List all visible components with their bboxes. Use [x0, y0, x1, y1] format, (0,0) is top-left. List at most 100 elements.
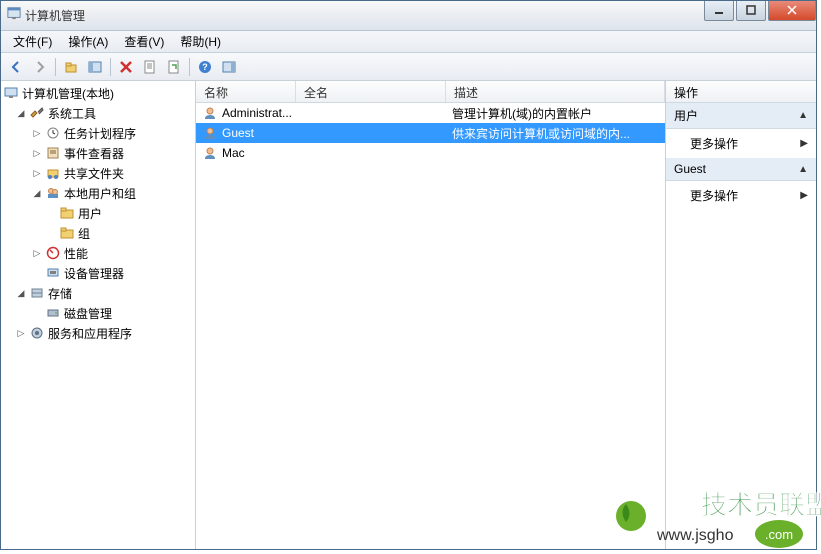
storage-icon [29, 285, 45, 301]
event-icon [45, 145, 61, 161]
clock-icon [45, 125, 61, 141]
tree-pane[interactable]: 计算机管理(本地) ◢ 系统工具 ▷ 任务计划程序 ▷ 事件查看器 ▷ 共享文件… [1, 81, 196, 549]
actions-pane: 操作 用户 ▲ 更多操作 ▶ Guest ▲ 更多操作 ▶ [666, 81, 816, 549]
collapse-icon: ▲ [798, 164, 808, 175]
cell-text: Administrat... [222, 106, 292, 120]
help-button[interactable]: ? [194, 56, 216, 78]
tree-label: 事件查看器 [64, 145, 124, 162]
actions-header: 操作 [666, 81, 816, 103]
tree-event-viewer[interactable]: ▷ 事件查看器 [1, 143, 195, 163]
folder-icon [59, 225, 75, 241]
list-row[interactable]: Mac [196, 143, 665, 163]
collapse-icon[interactable]: ◢ [31, 187, 43, 199]
toolbar-separator [110, 58, 111, 76]
cell-text: Mac [222, 146, 245, 160]
collapse-icon: ▲ [798, 110, 808, 121]
folder-icon [59, 205, 75, 221]
tree-label: 设备管理器 [64, 265, 124, 282]
performance-icon [45, 245, 61, 261]
chevron-right-icon: ▶ [800, 138, 808, 149]
tree-performance[interactable]: ▷ 性能 [1, 243, 195, 263]
window-title: 计算机管理 [25, 7, 85, 24]
actions-pane-button[interactable] [218, 56, 240, 78]
collapse-icon[interactable]: ◢ [15, 107, 27, 119]
computer-icon [3, 85, 19, 101]
tree-users[interactable]: 用户 [1, 203, 195, 223]
col-fullname[interactable]: 全名 [296, 81, 446, 102]
user-icon [202, 125, 218, 141]
tree-label: 本地用户和组 [64, 185, 136, 202]
list-pane: 名称 全名 描述 Administrat...管理计算机(域)的内置帐户Gues… [196, 81, 666, 549]
properties-button[interactable] [139, 56, 161, 78]
cell-description: 管理计算机(域)的内置帐户 [446, 105, 665, 122]
tree-services-apps[interactable]: ▷ 服务和应用程序 [1, 323, 195, 343]
tree-local-users[interactable]: ◢ 本地用户和组 [1, 183, 195, 203]
refresh-button[interactable] [163, 56, 185, 78]
svg-text:?: ? [202, 62, 208, 72]
tree-device-manager[interactable]: 设备管理器 [1, 263, 195, 283]
titlebar[interactable]: 计算机管理 [1, 1, 816, 31]
section-label: 用户 [674, 107, 698, 124]
app-icon [7, 6, 21, 25]
actions-section-users[interactable]: 用户 ▲ [666, 103, 816, 129]
tree-label: 共享文件夹 [64, 165, 124, 182]
tree-label: 用户 [78, 205, 102, 222]
delete-button[interactable] [115, 56, 137, 78]
actions-more-users[interactable]: 更多操作 ▶ [666, 129, 816, 158]
tree-system-tools[interactable]: ◢ 系统工具 [1, 103, 195, 123]
col-description[interactable]: 描述 [446, 81, 665, 102]
device-icon [45, 265, 61, 281]
toolbar-separator [189, 58, 190, 76]
cell-text: Guest [222, 126, 254, 140]
tree-label: 性能 [64, 245, 88, 262]
users-group-icon [45, 185, 61, 201]
close-button[interactable] [768, 1, 816, 21]
expand-icon[interactable]: ▷ [31, 167, 43, 179]
toolbar: ? [1, 53, 816, 81]
up-button[interactable] [60, 56, 82, 78]
back-button[interactable] [5, 56, 27, 78]
show-hide-tree-button[interactable] [84, 56, 106, 78]
tree-label: 磁盘管理 [64, 305, 112, 322]
expand-icon[interactable]: ▷ [15, 327, 27, 339]
action-label: 更多操作 [690, 135, 738, 152]
menu-action[interactable]: 操作(A) [60, 31, 116, 52]
cell-name: Mac [196, 145, 296, 161]
forward-button[interactable] [29, 56, 51, 78]
list-row[interactable]: Administrat... 管理计算机(域)的内置帐户 [196, 103, 665, 123]
menu-view[interactable]: 查看(V) [116, 31, 172, 52]
collapse-icon[interactable]: ◢ [15, 287, 27, 299]
tree-disk-management[interactable]: 磁盘管理 [1, 303, 195, 323]
tools-icon [29, 105, 45, 121]
list-header: 名称 全名 描述 [196, 81, 665, 103]
disk-icon [45, 305, 61, 321]
expand-icon[interactable]: ▷ [31, 147, 43, 159]
chevron-right-icon: ▶ [800, 190, 808, 201]
menu-help[interactable]: 帮助(H) [172, 31, 229, 52]
maximize-button[interactable] [736, 1, 766, 21]
actions-more-guest[interactable]: 更多操作 ▶ [666, 181, 816, 210]
cell-description: 供来宾访问计算机或访问域的内... [446, 125, 665, 142]
share-icon [45, 165, 61, 181]
action-label: 更多操作 [690, 187, 738, 204]
tree-label: 存储 [48, 285, 72, 302]
tree-task-scheduler[interactable]: ▷ 任务计划程序 [1, 123, 195, 143]
list-body[interactable]: Administrat... 管理计算机(域)的内置帐户 Guest 供来宾访问计算机… [196, 103, 665, 549]
expand-icon[interactable]: ▷ [31, 247, 43, 259]
menu-file[interactable]: 文件(F) [5, 31, 60, 52]
list-row[interactable]: Guest 供来宾访问计算机或访问域的内... [196, 123, 665, 143]
user-icon [202, 145, 218, 161]
tree-label: 系统工具 [48, 105, 96, 122]
actions-section-guest[interactable]: Guest ▲ [666, 158, 816, 181]
tree-shared-folders[interactable]: ▷ 共享文件夹 [1, 163, 195, 183]
tree-label: 任务计划程序 [64, 125, 136, 142]
menubar: 文件(F) 操作(A) 查看(V) 帮助(H) [1, 31, 816, 53]
services-icon [29, 325, 45, 341]
minimize-button[interactable] [704, 1, 734, 21]
col-name[interactable]: 名称 [196, 81, 296, 102]
tree-storage[interactable]: ◢ 存储 [1, 283, 195, 303]
expand-icon[interactable]: ▷ [31, 127, 43, 139]
tree-groups[interactable]: 组 [1, 223, 195, 243]
tree-label: 组 [78, 225, 90, 242]
tree-root[interactable]: 计算机管理(本地) [1, 83, 195, 103]
